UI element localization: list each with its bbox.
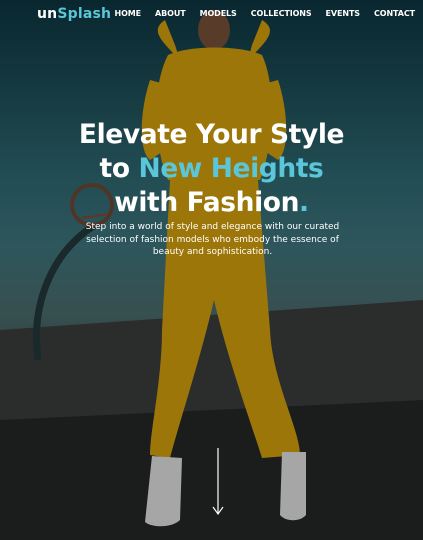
nav-events-link[interactable]: EVENTS xyxy=(326,9,361,18)
headline-line-2-prefix: to xyxy=(99,153,139,184)
headline-line-2: to New Heights xyxy=(0,152,423,186)
headline-line-3-text: with Fashion xyxy=(114,187,300,218)
nav-collections-link[interactable]: COLLECTIONS xyxy=(251,9,312,18)
arrow-down-icon[interactable] xyxy=(212,448,224,516)
hero-headline: Elevate Your Style to New Heights with F… xyxy=(0,118,423,220)
hero-section: unSplash HOME ABOUT MODELS COLLECTIONS E… xyxy=(0,0,423,540)
nav-contact-link[interactable]: CONTACT xyxy=(374,9,415,18)
headline-line-1: Elevate Your Style xyxy=(78,119,345,150)
nav-home-link[interactable]: HOME xyxy=(115,9,142,18)
nav-about-link[interactable]: ABOUT xyxy=(155,9,186,18)
headline-accent: New Heights xyxy=(138,153,324,184)
nav-models-link[interactable]: MODELS xyxy=(200,9,237,18)
nav-menu: HOME ABOUT MODELS COLLECTIONS EVENTS CON… xyxy=(101,9,416,18)
headline-line-3: with Fashion. xyxy=(0,186,423,220)
top-navigation: unSplash HOME ABOUT MODELS COLLECTIONS E… xyxy=(0,0,423,30)
headline-dot: . xyxy=(299,187,309,218)
brand-logo-part1: un xyxy=(37,6,58,22)
hero-subtext: Step into a world of style and elegance … xyxy=(85,222,340,257)
